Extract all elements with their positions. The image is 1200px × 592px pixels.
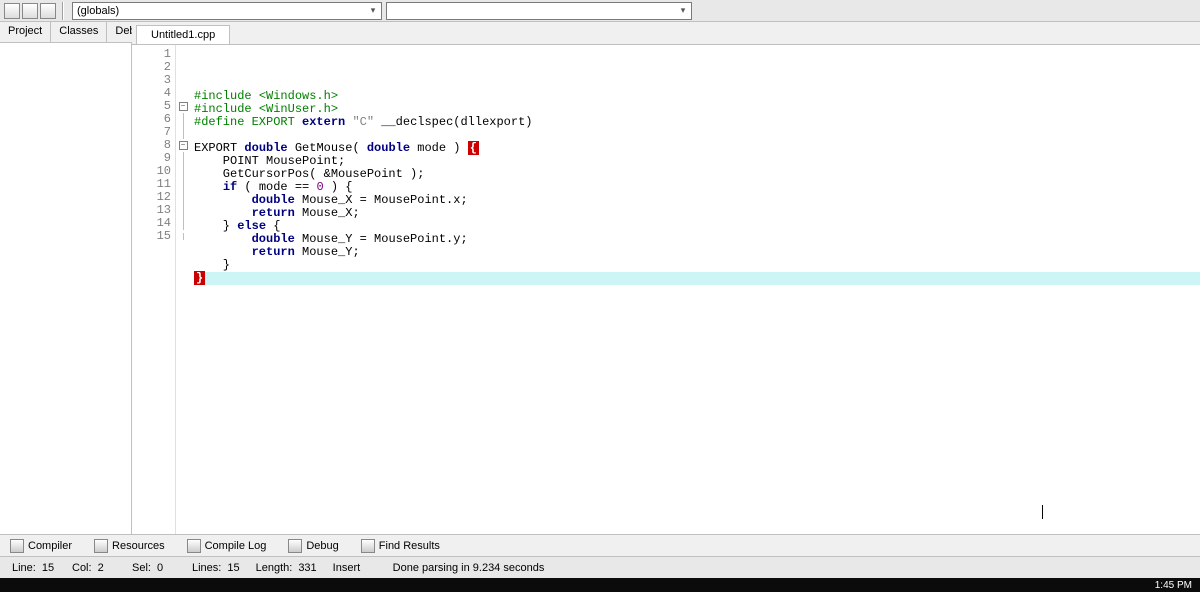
text-cursor (1042, 505, 1043, 519)
bottom-tab-resources[interactable]: Resources (88, 537, 171, 555)
log-icon (187, 539, 201, 553)
toolbar-separator (62, 2, 64, 20)
project-tree[interactable] (0, 43, 131, 534)
side-tab-project[interactable]: Project (0, 22, 51, 42)
debug-icon (288, 539, 302, 553)
taskbar-clock: 1:45 PM (1155, 580, 1192, 591)
editor-tab-untitled1[interactable]: Untitled1.cpp (136, 25, 230, 44)
status-bar: Line:15 Col:2 Sel:0 Lines:15 Length:331 … (0, 556, 1200, 578)
back-icon[interactable] (4, 3, 20, 19)
top-toolbar: (globals) ▾ ▾ (0, 0, 1200, 22)
status-line: Line:15 (4, 562, 64, 574)
scope-combo[interactable]: (globals) ▾ (72, 2, 382, 20)
resources-icon (94, 539, 108, 553)
status-mode: Insert (325, 562, 385, 574)
side-panel: Project Classes Debug (0, 22, 132, 534)
editor-tab-bar: Untitled1.cpp (132, 22, 1200, 44)
bottom-tab-bar: Compiler Resources Compile Log Debug Fin… (0, 534, 1200, 556)
status-length: Length:331 (248, 562, 325, 574)
fold-gutter[interactable]: −− (176, 45, 190, 534)
find-icon (361, 539, 375, 553)
chevron-down-icon: ▾ (675, 3, 691, 19)
main-split: Project Classes Debug Untitled1.cpp 1234… (0, 22, 1200, 534)
scope-combo-value: (globals) (77, 5, 119, 17)
status-sel: Sel:0 (124, 562, 184, 574)
bottom-tab-compiler[interactable]: Compiler (4, 537, 78, 555)
bottom-tab-findresults[interactable]: Find Results (355, 537, 446, 555)
code-editor[interactable]: 123456789101112131415 −− #include <Windo… (132, 44, 1200, 534)
compiler-icon (10, 539, 24, 553)
bottom-tab-compilelog[interactable]: Compile Log (181, 537, 273, 555)
side-tabs: Project Classes Debug (0, 22, 131, 43)
status-lines: Lines:15 (184, 562, 248, 574)
editor-area: Untitled1.cpp 123456789101112131415 −− #… (132, 22, 1200, 534)
status-col: Col:2 (64, 562, 124, 574)
status-parse: Done parsing in 9.234 seconds (385, 562, 1196, 574)
forward-icon[interactable] (22, 3, 38, 19)
bottom-tab-debug[interactable]: Debug (282, 537, 344, 555)
code-content[interactable]: #include <Windows.h>#include <WinUser.h>… (190, 45, 1200, 534)
side-tab-classes[interactable]: Classes (51, 22, 107, 42)
line-gutter: 123456789101112131415 (132, 45, 176, 534)
bookmark-icon[interactable] (40, 3, 56, 19)
os-taskbar[interactable]: 1:45 PM (0, 578, 1200, 592)
chevron-down-icon: ▾ (365, 3, 381, 19)
function-combo[interactable]: ▾ (386, 2, 692, 20)
